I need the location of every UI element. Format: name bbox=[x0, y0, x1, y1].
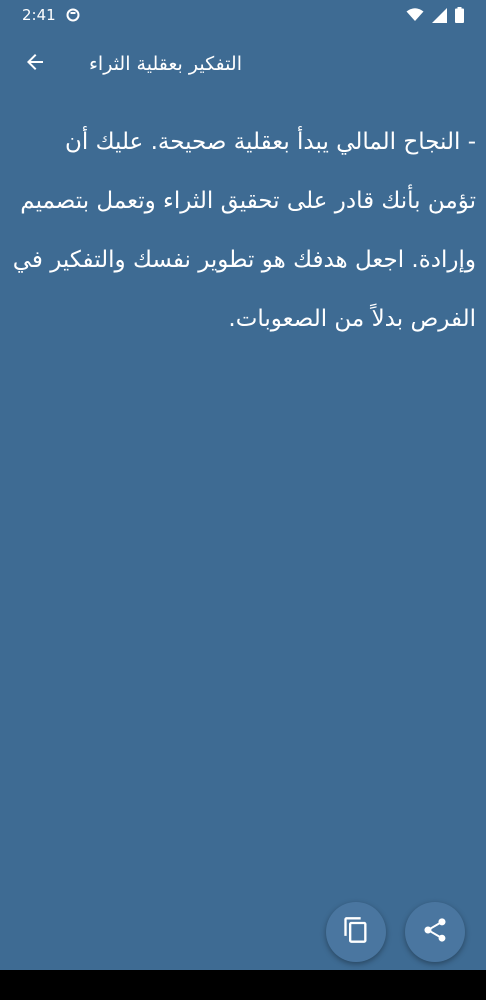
status-bar: 2:41 bbox=[0, 0, 486, 30]
signal-icon bbox=[432, 7, 447, 23]
status-time: 2:41 bbox=[22, 6, 56, 24]
quote-content: - النجاح المالي يبدأ بعقلية صحيحة. عليك … bbox=[0, 98, 486, 970]
battery-icon bbox=[455, 7, 464, 23]
back-button[interactable] bbox=[11, 40, 59, 88]
copy-button[interactable] bbox=[326, 902, 386, 962]
copy-icon bbox=[342, 916, 370, 948]
navigation-bar bbox=[0, 970, 486, 1000]
share-icon bbox=[421, 916, 449, 948]
wifi-icon bbox=[406, 8, 424, 22]
page-title: التفكير بعقلية الثراء bbox=[89, 53, 242, 75]
arrow-back-icon bbox=[23, 50, 47, 78]
share-button[interactable] bbox=[405, 902, 465, 962]
quote-text: - النجاح المالي يبدأ بعقلية صحيحة. عليك … bbox=[12, 129, 476, 332]
notification-icon bbox=[66, 8, 80, 22]
app-bar: التفكير بعقلية الثراء bbox=[0, 30, 486, 98]
